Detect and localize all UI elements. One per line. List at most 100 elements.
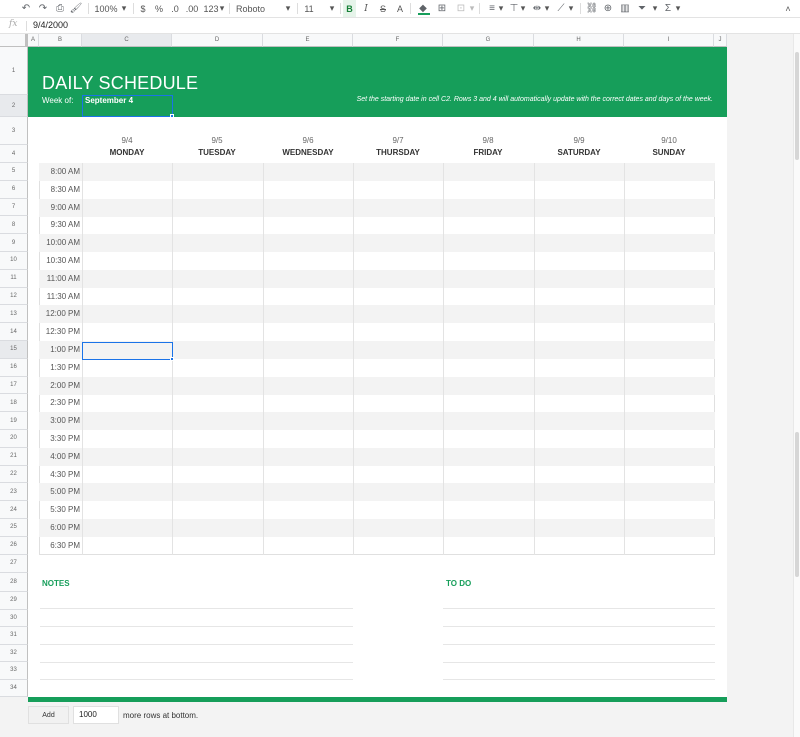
borders-icon[interactable]: ⊞ [436,1,448,16]
insert-chart-icon[interactable]: ▥ [619,1,631,16]
text-wrap-icon[interactable]: ⇹ [530,1,544,16]
select-all-corner[interactable] [0,34,28,47]
formula-input[interactable]: 9/4/2000 [33,20,68,30]
currency-format-button[interactable]: $ [138,0,148,17]
chevron-down-icon[interactable]: ▾ [652,0,658,17]
column-header-c[interactable]: C [82,34,172,47]
align-left-icon[interactable]: ≡ [486,1,498,16]
row-header-16[interactable]: 16 [0,358,28,377]
row-header-1[interactable]: 1 [0,47,28,95]
row-header-28[interactable]: 28 [0,573,28,592]
row-header-10[interactable]: 10 [0,252,28,270]
row-header-23[interactable]: 23 [0,483,28,502]
row-header-17[interactable]: 17 [0,376,28,395]
scrollbar-thumb[interactable] [795,432,799,577]
font-select[interactable]: Roboto [236,0,265,17]
row-header-8[interactable]: 8 [0,216,28,235]
row-header-5[interactable]: 5 [0,163,28,181]
row-header-31[interactable]: 31 [0,627,28,645]
rows-count-input[interactable]: 1000 [73,706,119,724]
row-header-33[interactable]: 33 [0,662,28,680]
row-header-7[interactable]: 7 [0,198,28,217]
row-header-22[interactable]: 22 [0,465,28,484]
row-header-6[interactable]: 6 [0,180,28,199]
notes-line[interactable] [40,679,353,680]
todo-line[interactable] [443,626,715,627]
text-color-button[interactable]: A [395,0,405,17]
column-header-d[interactable]: D [172,34,263,47]
row-header-18[interactable]: 18 [0,394,28,413]
row-header-27[interactable]: 27 [0,554,28,573]
italic-button[interactable]: I [361,0,371,17]
add-rows-button[interactable]: Add [28,706,69,724]
row-header-4[interactable]: 4 [0,145,28,163]
row-header-24[interactable]: 24 [0,501,28,519]
redo-icon[interactable]: ↷ [37,1,49,16]
todo-line[interactable] [443,644,715,645]
chevron-down-icon[interactable]: ▾ [520,0,526,17]
notes-line[interactable] [40,644,353,645]
chevron-down-icon[interactable]: ▾ [219,0,225,17]
row-header-11[interactable]: 11 [0,269,28,288]
row-header-13[interactable]: 13 [0,305,28,324]
chevron-down-icon[interactable]: ▾ [544,0,550,17]
column-header-i[interactable]: I [624,34,714,47]
number-format-button[interactable]: 123 [203,0,219,17]
bold-button[interactable]: B [343,0,356,17]
column-header-f[interactable]: F [353,34,443,47]
notes-line[interactable] [40,626,353,627]
font-size-select[interactable]: 11 [303,0,315,17]
column-header-h[interactable]: H [534,34,624,47]
strikethrough-button[interactable]: S [378,0,388,17]
chevron-down-icon[interactable]: ▾ [469,0,475,17]
row-header-30[interactable]: 30 [0,609,28,627]
insert-comment-icon[interactable]: ⊕ [602,1,614,16]
chevron-down-icon[interactable]: ▾ [568,0,574,17]
text-rotation-icon[interactable]: ⟋ [554,1,568,16]
row-header-9[interactable]: 9 [0,234,28,252]
row-header-34[interactable]: 34 [0,679,28,697]
merge-cells-icon[interactable]: ⊡ [454,1,468,16]
column-header-b[interactable]: B [39,34,82,47]
notes-line[interactable] [40,662,353,663]
column-header-e[interactable]: E [263,34,353,47]
vertical-align-icon[interactable]: ⊤ [508,1,520,16]
link-icon[interactable]: ⛓ [585,1,599,16]
decrease-decimal-button[interactable]: .0 [169,0,181,17]
row-header-3[interactable]: 3 [0,117,28,145]
print-icon[interactable]: ⎙ [54,1,66,16]
chevron-down-icon[interactable]: ▾ [498,0,504,17]
row-header-15[interactable]: 15 [0,341,28,359]
zoom-select[interactable]: 100% [94,0,117,17]
filter-icon[interactable]: ⏷ [636,1,648,16]
collapse-toolbar-icon[interactable]: ˄ [783,0,793,17]
undo-icon[interactable]: ↶ [20,1,32,16]
chevron-down-icon[interactable]: ▾ [120,0,128,17]
scrollbar-thumb[interactable] [795,52,799,160]
column-header-a[interactable]: A [28,34,39,47]
fill-handle[interactable] [170,114,174,118]
row-header-29[interactable]: 29 [0,592,28,610]
chevron-down-icon[interactable]: ▾ [284,0,292,17]
todo-line[interactable] [443,679,715,680]
functions-icon[interactable]: Σ [662,1,674,16]
column-header-j[interactable]: J [714,34,727,47]
row-header-21[interactable]: 21 [0,447,28,466]
percent-format-button[interactable]: % [154,0,164,17]
paint-format-icon[interactable]: 🖌 [70,1,83,16]
row-header-20[interactable]: 20 [0,430,28,448]
selected-cell[interactable] [82,342,173,360]
column-header-g[interactable]: G [443,34,534,47]
row-header-25[interactable]: 25 [0,519,28,537]
row-header-19[interactable]: 19 [0,412,28,430]
row-header-26[interactable]: 26 [0,536,28,555]
todo-line[interactable] [443,662,715,663]
notes-line[interactable] [40,608,353,609]
chevron-down-icon[interactable]: ▾ [328,0,336,17]
row-header-12[interactable]: 12 [0,287,28,306]
todo-line[interactable] [443,608,715,609]
chevron-down-icon[interactable]: ▾ [675,0,681,17]
row-header-2[interactable]: 2 [0,95,28,117]
increase-decimal-button[interactable]: .00 [185,0,199,17]
row-header-14[interactable]: 14 [0,323,28,341]
